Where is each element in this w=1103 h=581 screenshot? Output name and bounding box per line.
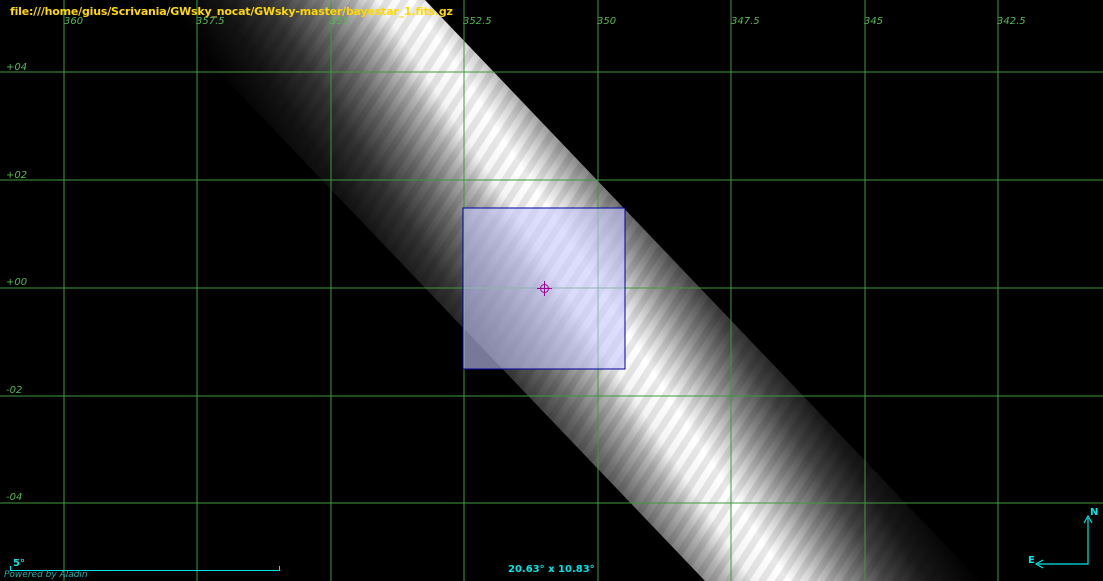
ra-label: 350	[597, 16, 617, 27]
dec-label: -02	[6, 385, 23, 396]
ra-label: 342.5	[997, 16, 1026, 27]
compass-east-label: E	[1028, 555, 1035, 566]
ra-label: 347.5	[731, 16, 760, 27]
compass-north-label: N	[1090, 507, 1098, 518]
dec-label: +00	[6, 277, 28, 288]
ra-label: 345	[864, 16, 884, 27]
dec-label: +02	[6, 170, 28, 181]
powered-by-label: Powered by Aladin	[4, 570, 88, 580]
ra-label: 357.5	[196, 16, 225, 27]
sky-map-view[interactable]	[0, 0, 1103, 581]
fov-label: 20.63° x 10.83°	[508, 564, 595, 575]
compass-icon: N E	[1028, 507, 1098, 569]
dec-label: +04	[6, 62, 28, 73]
ra-label: 352.5	[463, 16, 492, 27]
ra-label: 355	[330, 16, 350, 27]
dec-label: -04	[6, 492, 23, 503]
ra-label: 360	[64, 16, 84, 27]
